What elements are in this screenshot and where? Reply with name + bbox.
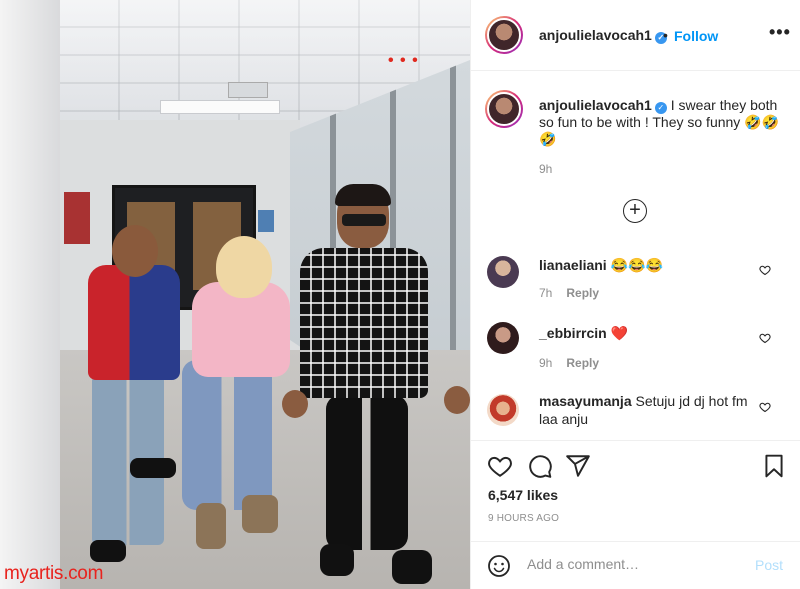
comment-body: 😂😂😂 [606,257,663,273]
person-left-shoe [130,458,176,478]
reply-button[interactable]: Reply [566,286,599,300]
like-comment-heart-icon[interactable] [759,332,771,344]
comment-meta: 7h Reply [539,286,599,300]
post-header: anjoulielavocah1 ✓ • Follow ••• [471,0,800,71]
person-middle-shoe [196,503,226,549]
post-comment-button[interactable]: Post [755,557,783,573]
caption-username[interactable]: anjoulielavocah1 [539,97,652,113]
comment-body: ❤️ [606,325,629,341]
person-right-shoe [320,544,354,576]
person-right-hair [335,184,391,206]
wall-sign [258,210,274,232]
reply-button[interactable]: Reply [566,356,599,370]
person-right-legs [326,395,408,550]
comment-text: masayumanja Setuju jd dj hot fm laa anju [539,392,759,428]
person-middle-shoe [242,495,278,533]
caption: anjoulielavocah1 ✓ I swear they both so f… [539,97,789,148]
person-left-head [112,225,158,277]
save-bookmark-icon[interactable] [761,453,787,479]
comment-time[interactable]: 7h [539,286,552,300]
commenter-username[interactable]: _ebbirrcin [539,325,607,341]
commenter-username[interactable]: lianaeliani [539,257,607,273]
author-username-text[interactable]: anjoulielavocah1 [539,27,652,43]
comment-time[interactable]: 9h [539,356,552,370]
like-comment-heart-icon[interactable] [759,401,771,413]
person-right-hand [444,386,470,414]
caption-author-avatar[interactable] [485,90,523,128]
person-left-shoe [90,540,126,562]
person-right-plaid-shirt [300,248,428,398]
post-side-panel: anjoulielavocah1 ✓ • Follow ••• anjouliel… [470,0,800,589]
add-comment-row: Post [471,541,800,589]
like-comment-heart-icon[interactable] [759,264,771,276]
author-avatar[interactable] [485,16,523,54]
comment-item: _ebbirrcin ❤️ 9h Reply [471,322,800,382]
person-middle-head [216,236,272,298]
caption-timestamp[interactable]: 9h [539,162,552,176]
posted-time[interactable]: 9 HOURS AGO [488,513,559,524]
separator-dot: • [663,27,668,43]
like-heart-icon[interactable] [487,453,513,479]
add-comment-input[interactable] [527,556,737,572]
red-light-dots: • • • [388,52,419,69]
commenter-avatar[interactable] [487,256,519,288]
emoji-smiley-icon[interactable] [487,554,511,578]
post-actions: 6,547 likes 9 HOURS AGO Post [471,440,800,588]
ceiling-vent [228,82,268,98]
person-right-sunglasses [342,214,386,226]
watermark: myartis.com [4,563,104,584]
likes-count[interactable]: 6,547 likes [488,487,558,503]
comment-text: lianaeliani 😂😂😂 [539,256,759,274]
fire-hose-box [64,192,90,244]
ceiling-light [160,100,280,114]
person-right-hand [282,390,308,418]
comment-item: lianaeliani 😂😂😂 7h Reply [471,252,800,312]
share-paper-plane-icon[interactable] [565,453,591,479]
commenter-username[interactable]: masayumanja [539,393,632,409]
person-right-shoe [392,550,432,584]
person-middle-legs [182,360,272,510]
commenter-avatar[interactable] [487,322,519,354]
follow-button[interactable]: Follow [674,28,718,44]
more-options-icon[interactable]: ••• [769,22,791,43]
left-wall [0,0,60,589]
verified-badge-icon: ✓ [654,102,667,114]
comment-bubble-icon[interactable] [527,453,553,479]
comment-text: _ebbirrcin ❤️ [539,324,759,342]
commenter-avatar[interactable] [487,394,519,426]
post-photo[interactable]: • • • myartis.com [0,0,470,589]
load-more-comments-icon[interactable]: + [623,199,647,223]
author-username[interactable]: anjoulielavocah1 ✓ [539,27,667,44]
person-left-hoodie [88,265,180,380]
comment-meta: 9h Reply [539,356,599,370]
